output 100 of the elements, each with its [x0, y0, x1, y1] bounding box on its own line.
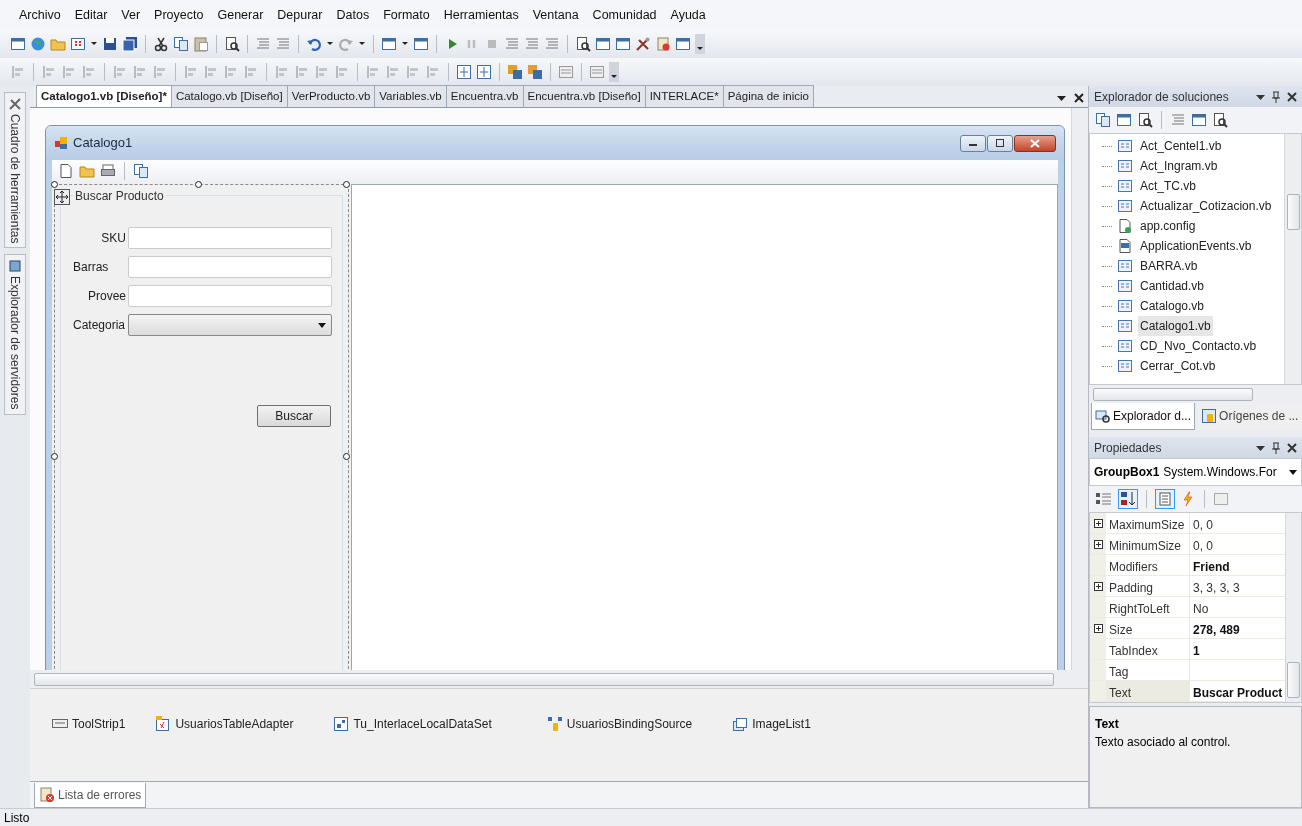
expand-icon[interactable]	[1093, 518, 1103, 528]
panel-tab[interactable]: Explorador d...	[1091, 403, 1196, 430]
file-item[interactable]: Cantidad.vb	[1138, 276, 1207, 296]
property-name[interactable]: Size	[1106, 618, 1190, 638]
menu-item[interactable]: Herramientas	[436, 5, 526, 25]
search-button[interactable]: Buscar	[257, 405, 331, 427]
expand-icon[interactable]	[1093, 539, 1103, 549]
file-item[interactable]: app.config	[1138, 216, 1198, 236]
vertical-scrollbar[interactable]	[1285, 513, 1301, 702]
file-item[interactable]: Catalogo1.vb	[1138, 316, 1213, 336]
object-selector[interactable]: GroupBox1 System.Windows.For	[1089, 458, 1302, 486]
menu-item[interactable]: Depurar	[270, 5, 330, 25]
component-label[interactable]: ImageList1	[752, 715, 811, 733]
document-tab[interactable]: Variables.vb	[374, 84, 447, 107]
panel-tab[interactable]: Orígenes de ...	[1197, 403, 1302, 430]
dropdown-caret-icon[interactable]	[1256, 92, 1265, 101]
text-field[interactable]	[128, 227, 332, 249]
tools-icon[interactable]	[635, 36, 651, 52]
scissors-icon[interactable]	[153, 36, 169, 52]
layers-icon[interactable]	[527, 64, 543, 80]
property-value[interactable]: 278, 489	[1190, 618, 1286, 638]
alignment-icon[interactable]	[476, 64, 492, 80]
text-field[interactable]	[128, 256, 332, 278]
alignment-icon[interactable]	[456, 64, 472, 80]
dropdown-caret-icon[interactable]	[1057, 93, 1066, 103]
window-icon[interactable]	[615, 36, 631, 52]
pin-icon[interactable]	[1271, 90, 1281, 103]
grid-icon[interactable]	[70, 36, 86, 52]
property-name[interactable]: Tag	[1106, 660, 1190, 680]
property-name[interactable]: Padding	[1106, 576, 1190, 596]
text-field[interactable]	[128, 285, 332, 307]
property-value[interactable]: 3, 3, 3, 3	[1190, 576, 1286, 596]
window-icon[interactable]	[675, 36, 691, 52]
undo-arrow-icon[interactable]	[306, 36, 322, 52]
file-item[interactable]: Act_Centel1.vb	[1138, 136, 1224, 156]
property-value[interactable]: Buscar Product	[1190, 681, 1286, 701]
window-icon[interactable]	[10, 36, 26, 52]
file-item[interactable]: Act_TC.vb	[1138, 176, 1198, 196]
menu-item[interactable]: Generar	[210, 5, 271, 25]
property-name[interactable]: TabIndex	[1106, 639, 1190, 659]
pin-icon[interactable]	[1271, 441, 1281, 454]
menu-item[interactable]: Ayuda	[663, 5, 713, 25]
move-handle-icon[interactable]	[54, 189, 70, 205]
dropdown-caret-icon[interactable]	[1256, 443, 1265, 452]
resize-handle[interactable]	[51, 453, 58, 460]
lightning-icon[interactable]	[1180, 491, 1196, 507]
property-name[interactable]: MaximumSize	[1106, 513, 1190, 533]
menu-item[interactable]: Datos	[329, 5, 377, 25]
floppy-disks-icon[interactable]	[122, 36, 138, 52]
menu-item[interactable]: Ver	[114, 5, 148, 25]
magnifier-icon[interactable]	[575, 36, 591, 52]
overflow-chevron-icon[interactable]	[609, 62, 619, 82]
window-icon[interactable]	[413, 36, 429, 52]
overflow-chevron-icon[interactable]	[695, 34, 705, 54]
categorized-icon[interactable]	[1095, 490, 1113, 508]
resize-handle[interactable]	[51, 181, 58, 188]
layers-icon[interactable]	[507, 64, 523, 80]
property-value[interactable]: 0, 0	[1190, 534, 1286, 554]
menu-item[interactable]: Proyecto	[147, 5, 211, 25]
property-value[interactable]: No	[1190, 597, 1286, 617]
expand-icon[interactable]	[1093, 581, 1103, 591]
file-item[interactable]: ApplicationEvents.vb	[1138, 236, 1254, 256]
menu-item[interactable]: Archivo	[12, 5, 68, 25]
property-name[interactable]: Modifiers	[1106, 555, 1190, 575]
component-label[interactable]: Tu_InterlaceLocalDataSet	[353, 715, 492, 733]
close-icon[interactable]	[1074, 93, 1084, 103]
resize-handle[interactable]	[343, 453, 350, 460]
resize-handle[interactable]	[195, 181, 202, 188]
component-label[interactable]: ToolStrip1	[72, 715, 126, 733]
output-tab[interactable]: Lista de errores	[34, 783, 147, 808]
clipboard-icon[interactable]	[193, 36, 209, 52]
copy-icon[interactable]	[173, 36, 189, 52]
expand-icon[interactable]	[1093, 623, 1103, 633]
resize-handle[interactable]	[343, 181, 350, 188]
component-label[interactable]: UsuariosBindingSource	[566, 715, 693, 733]
property-value[interactable]: Friend	[1190, 555, 1286, 575]
menu-item[interactable]: Editar	[67, 5, 115, 25]
side-tab[interactable]: Cuadro de herramientas	[4, 92, 26, 249]
side-tab[interactable]: Explorador de servidores	[4, 254, 26, 415]
property-value[interactable]: 1	[1190, 639, 1286, 659]
close-icon[interactable]	[1287, 442, 1297, 453]
file-item[interactable]: BARRA.vb	[1138, 256, 1200, 276]
property-name[interactable]: RightToLeft	[1106, 597, 1190, 617]
window-icon[interactable]	[595, 36, 611, 52]
menu-item[interactable]: Comunidad	[585, 5, 664, 25]
file-item[interactable]: Actualizar_Cotizacion.vb	[1138, 196, 1274, 216]
property-name[interactable]: MinimumSize	[1106, 534, 1190, 554]
clipboard-icon[interactable]	[655, 36, 671, 52]
magnifier-icon[interactable]	[224, 36, 240, 52]
list-icon[interactable]	[558, 64, 574, 80]
sort-icon[interactable]	[1118, 489, 1138, 509]
file-item[interactable]: CD_Nvo_Contacto.vb	[1138, 336, 1259, 356]
vertical-scrollbar[interactable]	[1284, 134, 1301, 384]
menu-item[interactable]: Formato	[376, 5, 437, 25]
document-tab[interactable]: Catalogo1.vb [Diseño]*	[36, 84, 172, 107]
close-icon[interactable]	[1287, 91, 1297, 102]
dropdown[interactable]	[128, 314, 332, 336]
file-item[interactable]: Act_Ingram.vb	[1138, 156, 1220, 176]
property-value[interactable]: 0, 0	[1190, 513, 1286, 533]
window-icon[interactable]	[381, 36, 397, 52]
